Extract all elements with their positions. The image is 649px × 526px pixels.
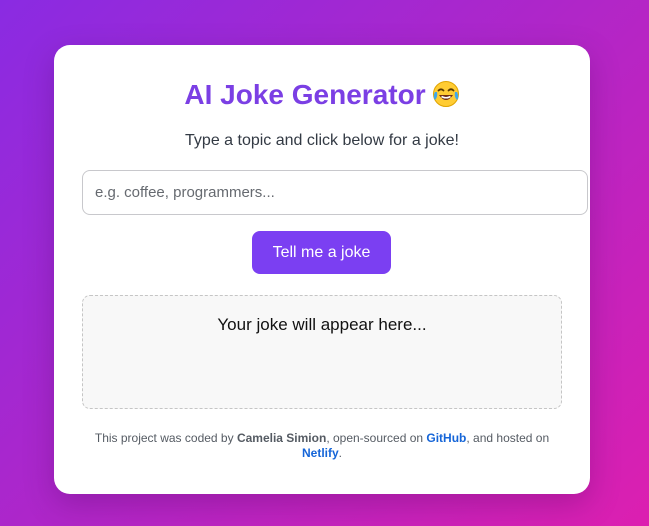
footer-middle: , open-sourced on [326, 431, 427, 445]
github-link[interactable]: GitHub [426, 431, 466, 445]
page-title-text: AI Joke Generator [184, 79, 426, 110]
joke-card: AI Joke Generator Type a topic and click… [54, 45, 590, 494]
tell-joke-button[interactable]: Tell me a joke [252, 231, 391, 274]
footer-middle2: , and hosted on [466, 431, 550, 445]
netlify-link[interactable]: Netlify [302, 446, 339, 460]
footer-prefix: This project was coded by [94, 431, 237, 445]
subtitle: Type a topic and click below for a joke! [185, 132, 459, 149]
joke-output-text: Your joke will appear here... [217, 315, 427, 334]
joke-output-box: Your joke will appear here... [82, 295, 562, 409]
footer-suffix: . [338, 446, 343, 460]
page-title: AI Joke Generator [54, 77, 590, 113]
laughing-tears-emoji-icon [432, 81, 459, 107]
footer-author: Camelia Simion [236, 431, 327, 445]
footer-credits: This project was coded by Camelia Simion… [78, 431, 566, 461]
topic-input[interactable] [82, 170, 588, 215]
